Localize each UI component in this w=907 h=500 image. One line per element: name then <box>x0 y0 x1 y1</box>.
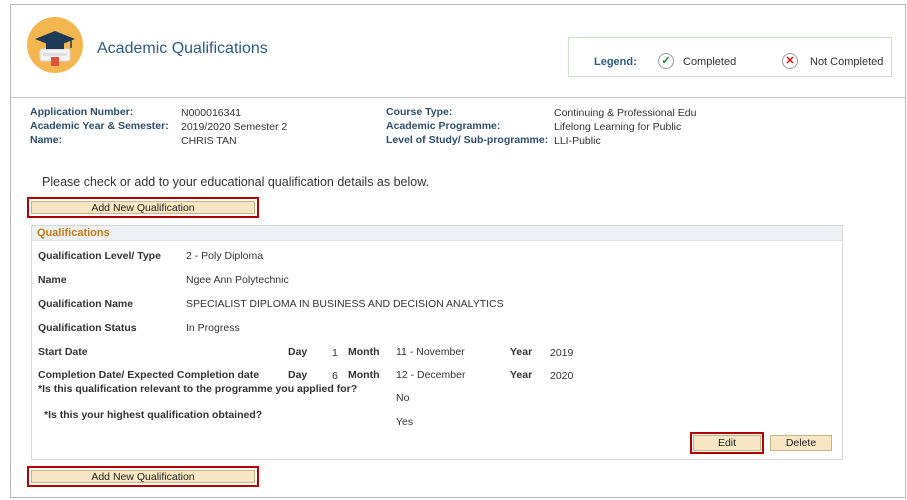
cross-icon: ✕ <box>782 53 798 69</box>
qualification-card: Qualifications Qualification Level/ Type… <box>31 225 843 460</box>
instruction-text: Please check or add to your educational … <box>42 175 430 189</box>
qualification-status-label: Qualification Status <box>38 322 137 334</box>
page-title: Academic Qualifications <box>97 40 268 57</box>
completion-day-label: Day <box>288 369 308 381</box>
page-frame: Academic Qualifications Legend: ✓ Comple… <box>10 4 906 498</box>
start-date-label: Start Date <box>38 346 88 358</box>
name-value: CHRIS TAN <box>181 135 237 147</box>
legend-completed-label: Completed <box>683 56 737 68</box>
institution-name-label: Name <box>38 274 67 286</box>
start-month-value: 11 - November <box>396 346 465 358</box>
level-of-study-label: Level of Study/ Sub-programme: <box>386 134 549 146</box>
course-type-label: Course Type: <box>386 106 453 118</box>
completion-day-value: 6 <box>332 370 338 382</box>
course-type-value: Continuing & Professional Edu <box>554 107 697 119</box>
academic-programme-label: Academic Programme: <box>386 120 501 132</box>
level-of-study-value: LLI-Public <box>554 135 601 147</box>
academic-year-label: Academic Year & Semester: <box>30 120 169 132</box>
qualification-level-label: Qualification Level/ Type <box>38 250 161 262</box>
start-day-value: 1 <box>332 347 338 359</box>
add-qualification-highlight-bottom: Add New Qualification <box>27 466 259 487</box>
highest-qualification-question: *Is this your highest qualification obta… <box>44 409 263 421</box>
academic-programme-value: Lifelong Learning for Public <box>554 121 682 133</box>
graduation-cap-icon <box>27 17 83 73</box>
relevance-question: *Is this qualification relevant to the p… <box>38 383 358 395</box>
start-day-label: Day <box>288 346 308 358</box>
qualification-name-label: Qualification Name <box>38 298 134 310</box>
application-number-label: Application Number: <box>30 106 134 118</box>
add-new-qualification-button-bottom[interactable]: Add New Qualification <box>31 470 255 483</box>
qualification-section-title: Qualifications <box>37 227 110 239</box>
legend: Legend: ✓ Completed ✕ Not Completed <box>568 37 892 77</box>
start-year-label: Year <box>510 346 533 358</box>
legend-not-completed-label: Not Completed <box>810 56 884 68</box>
start-year-value: 2019 <box>550 347 574 359</box>
qualification-level-value: 2 - Poly Diploma <box>186 250 264 262</box>
edit-button[interactable]: Edit <box>693 435 761 451</box>
start-month-label: Month <box>348 346 380 358</box>
add-qualification-highlight-top: Add New Qualification <box>27 197 259 218</box>
name-label: Name: <box>30 134 63 146</box>
relevance-answer: No <box>396 392 410 404</box>
check-icon: ✓ <box>658 53 674 69</box>
completion-month-value: 12 - December <box>396 369 466 381</box>
application-number-value: N000016341 <box>181 107 242 119</box>
delete-button[interactable]: Delete <box>770 435 832 451</box>
completion-date-label: Completion Date/ Expected Completion dat… <box>38 369 260 381</box>
institution-name-value: Ngee Ann Polytechnic <box>186 274 289 286</box>
page-header: Academic Qualifications Legend: ✓ Comple… <box>11 5 905 95</box>
qualification-name-value: SPECIALIST DIPLOMA IN BUSINESS AND DECIS… <box>186 298 504 310</box>
completion-year-value: 2020 <box>550 370 574 382</box>
highest-qualification-answer: Yes <box>396 416 414 428</box>
qualification-status-value: In Progress <box>186 322 240 334</box>
edit-highlight: Edit <box>690 432 764 454</box>
academic-year-value: 2019/2020 Semester 2 <box>181 121 288 133</box>
completion-year-label: Year <box>510 369 533 381</box>
completion-month-label: Month <box>348 369 380 381</box>
header-divider <box>11 97 905 98</box>
add-new-qualification-button-top[interactable]: Add New Qualification <box>31 201 255 214</box>
qualification-section-header: Qualifications <box>32 226 842 241</box>
legend-label: Legend: <box>594 56 637 68</box>
